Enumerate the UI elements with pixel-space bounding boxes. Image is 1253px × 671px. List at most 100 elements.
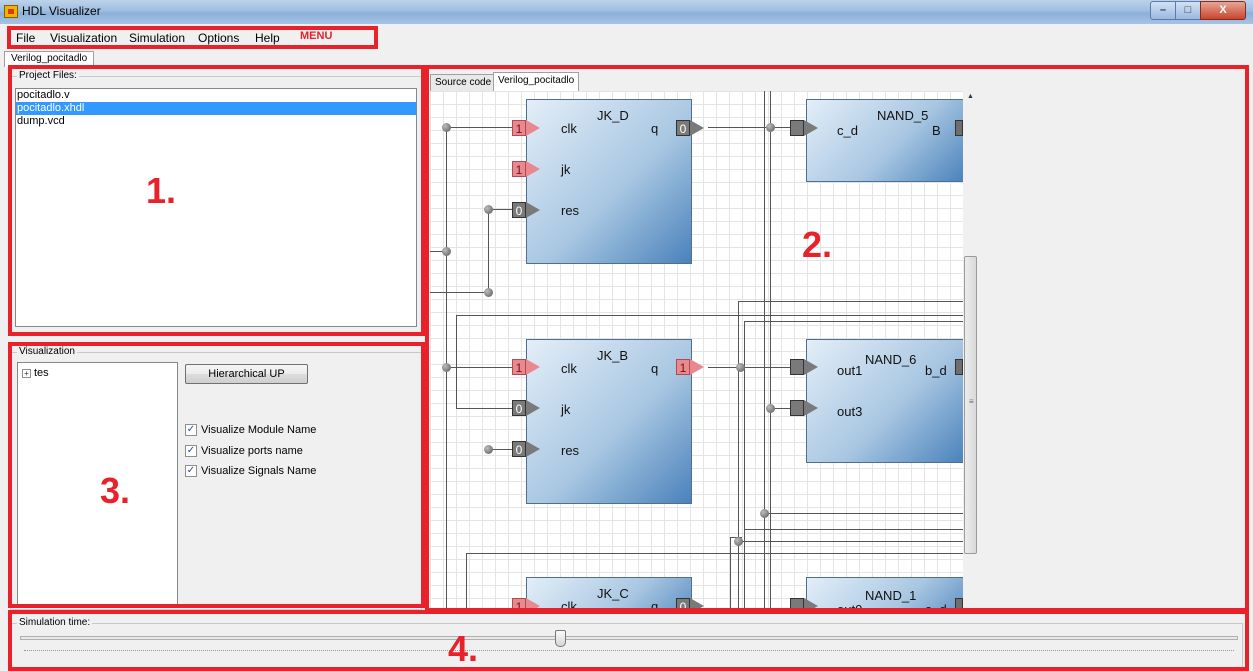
scroll-up-icon[interactable]: ▲ [967,93,974,100]
port-label: res [561,203,580,218]
module-nand-5[interactable]: NAND_5 c_d B [806,99,963,182]
grip-icon: ≡ [969,397,974,406]
output-port[interactable] [955,120,963,136]
menu-annotation-label: MENU [300,30,333,42]
visualization-legend: Visualization [17,346,77,357]
module-jk-c[interactable]: JK_C clk q [526,577,692,611]
checkbox-box[interactable]: ✓ [185,445,197,458]
tab-source-code[interactable]: Source code [430,74,497,92]
port-value: 0 [512,400,526,416]
file-item[interactable]: pocitadlo.v [16,89,416,102]
wire [456,315,457,408]
port-value: 0 [676,598,690,611]
wire [738,301,963,302]
annotation-1: 1. [146,170,177,211]
checkbox-visualize-signals-name[interactable]: ✓ Visualize Signals Name [185,465,317,478]
checkbox-box[interactable]: ✓ [185,424,197,437]
module-name: JK_B [597,348,629,363]
port-label: out0 [837,602,863,611]
file-item[interactable]: dump.vcd [16,115,416,128]
wire [430,292,488,293]
module-nand-6[interactable]: NAND_6 out1 out3 b_d [806,339,963,463]
app-icon [4,5,18,18]
port-label: jk [561,162,571,177]
module-name: NAND_6 [865,352,917,367]
module-name: JK_C [597,586,629,601]
port-label: out1 [837,363,863,378]
simulation-time-track[interactable] [20,636,1238,640]
wire [744,321,963,322]
tab-verilog-pocitadlo[interactable]: Verilog_pocitadlo [493,72,580,92]
checkbox-visualize-ports-name[interactable]: ✓ Visualize ports name [185,445,303,458]
simulation-legend: Simulation time: [17,617,93,628]
port-value: 1 [512,161,526,177]
checkbox-label: Visualize Module Name [201,424,317,436]
junction-dot [766,404,775,413]
module-jk-d[interactable]: JK_D clk jk res q [526,99,692,264]
expand-icon[interactable]: + [22,368,31,378]
checkbox-visualize-module-name[interactable]: ✓ Visualize Module Name [185,424,317,437]
window-title: HDL Visualizer [22,4,101,18]
minimize-button[interactable]: – [1150,1,1176,20]
port-value: 0 [512,202,526,218]
project-files-list[interactable]: pocitadlo.v pocitadlo.xhdl dump.vcd [15,88,417,327]
module-nand-1[interactable]: NAND_1 out0 a_d [806,577,963,611]
port-label: q [651,599,659,611]
junction-dot [760,509,769,518]
checkbox-label: Visualize Signals Name [201,465,317,477]
port-label: out3 [837,404,863,419]
wire [488,209,489,292]
scroll-thumb[interactable]: ≡ [964,256,977,554]
port-label: q [651,361,659,376]
annotation-4: 4. [448,628,479,669]
junction-dot [734,537,743,546]
junction-dot [484,205,493,214]
menu-simulation[interactable]: Simulation [129,31,185,45]
circuit-canvas[interactable]: JK_D clk jk res q 1 1 0 0 NAND_5 c_d B J… [430,91,963,611]
port-value: 1 [676,359,690,375]
annotation-2: 2. [802,224,833,265]
port-label: res [561,443,580,458]
wire [708,127,790,128]
file-item-selected[interactable]: pocitadlo.xhdl [16,102,416,115]
port-value: 1 [512,359,526,375]
checkbox-box[interactable]: ✓ [185,465,197,478]
document-tab[interactable]: Verilog_pocitadlo [4,51,95,67]
wire [456,408,512,409]
simulation-time-slider[interactable] [555,630,566,647]
wire [708,367,790,368]
output-port[interactable] [955,598,963,611]
port-value: 1 [512,120,526,136]
close-button[interactable]: X [1200,1,1246,20]
wire [730,537,731,611]
menu-bar: File Visualization Simulation Options He… [0,27,1253,47]
simulation-group: Simulation time: [10,617,1243,671]
hierarchical-up-button[interactable]: Hierarchical UP [185,364,308,384]
tree-node-root[interactable]: + tes [22,367,49,379]
module-name: JK_D [597,108,629,123]
title-bar: HDL Visualizer – □ X [0,0,1253,24]
module-jk-b[interactable]: JK_B clk jk res q [526,339,692,504]
junction-dot [766,123,775,132]
junction-dot [484,445,493,454]
project-files-legend: Project Files: [17,70,79,81]
canvas-vertical-scrollbar[interactable]: ▲ ≡ [963,91,978,556]
tree-node-label: tes [34,367,49,379]
menu-visualization[interactable]: Visualization [50,31,117,45]
junction-dot [442,363,451,372]
wire [446,127,512,128]
output-port[interactable] [955,359,963,375]
wire [738,541,963,542]
menu-file[interactable]: File [16,31,35,45]
slider-ticks [24,650,1234,653]
module-name: NAND_5 [877,108,929,123]
wire [466,553,467,611]
port-value: 0 [512,441,526,457]
maximize-button[interactable]: □ [1175,1,1201,20]
hierarchy-tree[interactable]: + tes [17,362,178,608]
menu-help[interactable]: Help [255,31,280,45]
wire [466,553,963,554]
canvas-empty-area [963,91,1245,611]
port-label: clk [561,599,577,611]
menu-options[interactable]: Options [198,31,239,45]
